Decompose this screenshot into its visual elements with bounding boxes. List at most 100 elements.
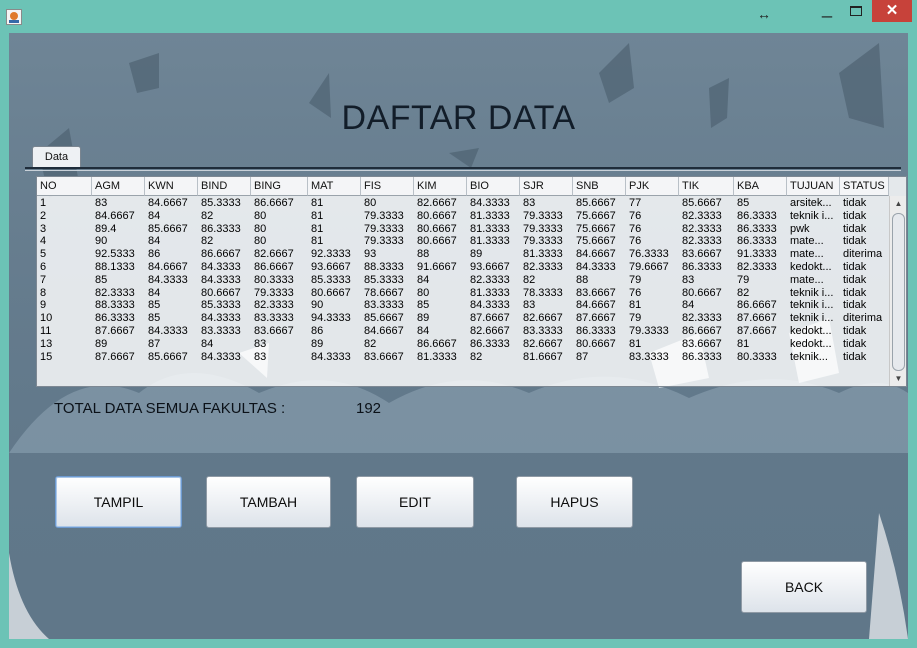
table-cell[interactable]: 85.3333 [198, 197, 251, 209]
table-cell[interactable]: 85.3333 [361, 274, 414, 286]
table-cell[interactable]: 84.6667 [573, 248, 626, 260]
table-cell[interactable]: tidak [840, 299, 889, 311]
table-cell[interactable]: 82.3333 [679, 312, 734, 324]
table-cell[interactable]: 80 [361, 197, 414, 209]
table-cell[interactable]: 86.3333 [467, 338, 520, 350]
column-header[interactable]: SJR [520, 177, 573, 196]
scroll-thumb[interactable] [892, 213, 905, 371]
table-cell[interactable]: 79.3333 [361, 210, 414, 222]
table-cell[interactable]: 82.3333 [92, 287, 145, 299]
table-cell[interactable]: 88.3333 [361, 261, 414, 273]
table-cell[interactable]: 83.3333 [198, 325, 251, 337]
table-cell[interactable]: 84.3333 [145, 274, 198, 286]
table-cell[interactable]: teknik i... [787, 312, 840, 324]
table-cell[interactable]: 86.6667 [198, 248, 251, 260]
table-cell[interactable]: diterima [840, 312, 889, 324]
table-cell[interactable]: 76 [626, 287, 679, 299]
table-cell[interactable]: kedokt... [787, 325, 840, 337]
table-cell[interactable]: 87.6667 [734, 325, 787, 337]
column-header[interactable]: FIS [361, 177, 414, 196]
back-button[interactable]: BACK [741, 561, 867, 613]
table-cell[interactable]: 4 [37, 235, 92, 247]
table-cell[interactable]: 83.3333 [626, 351, 679, 363]
table-cell[interactable]: 87 [573, 351, 626, 363]
table-cell[interactable]: 82.3333 [467, 274, 520, 286]
table-cell[interactable]: 86.3333 [734, 223, 787, 235]
table-cell[interactable]: 79.3333 [520, 210, 573, 222]
table-cell[interactable]: 80 [414, 287, 467, 299]
table-cell[interactable]: 79.3333 [520, 223, 573, 235]
table-cell[interactable]: 94.3333 [308, 312, 361, 324]
table-cell[interactable]: 88.1333 [92, 261, 145, 273]
table-cell[interactable]: 81.3333 [467, 235, 520, 247]
table-cell[interactable]: 76 [626, 235, 679, 247]
table-cell[interactable]: 85.6667 [145, 223, 198, 235]
table-cell[interactable]: 85 [145, 312, 198, 324]
column-header[interactable]: PJK [626, 177, 679, 196]
table-cell[interactable]: 84.6667 [145, 197, 198, 209]
table-cell[interactable]: 86 [308, 325, 361, 337]
table-cell[interactable]: 82.6667 [520, 312, 573, 324]
table-cell[interactable]: 83 [520, 197, 573, 209]
table-cell[interactable]: tidak [840, 235, 889, 247]
table-cell[interactable]: 84 [145, 235, 198, 247]
table-cell[interactable]: tidak [840, 287, 889, 299]
column-header[interactable]: BING [251, 177, 308, 196]
scroll-up-arrow-icon[interactable]: ▲ [890, 196, 906, 212]
table-cell[interactable]: 91.6667 [414, 261, 467, 273]
table-cell[interactable]: pwk [787, 223, 840, 235]
hapus-button[interactable]: HAPUS [516, 476, 633, 528]
table-cell[interactable]: 86.6667 [679, 325, 734, 337]
table-cell[interactable]: 86 [145, 248, 198, 260]
table-cell[interactable]: 84.6667 [145, 261, 198, 273]
table-cell[interactable]: 84 [414, 325, 467, 337]
table-cell[interactable]: 89.4 [92, 223, 145, 235]
table-cell[interactable]: 89 [308, 338, 361, 350]
table-cell[interactable]: 77 [626, 197, 679, 209]
minimize-button[interactable]: _ [812, 0, 842, 22]
column-header[interactable]: KBA [734, 177, 787, 196]
close-button[interactable]: ✕ [872, 0, 912, 22]
table-cell[interactable]: 8 [37, 287, 92, 299]
table-cell[interactable]: 80.6667 [414, 223, 467, 235]
table-cell[interactable]: 86.3333 [573, 325, 626, 337]
table-cell[interactable]: 87.6667 [467, 312, 520, 324]
table-cell[interactable]: 87 [145, 338, 198, 350]
table-cell[interactable]: 92.3333 [308, 248, 361, 260]
table-cell[interactable]: 79 [626, 312, 679, 324]
table-cell[interactable]: mate... [787, 235, 840, 247]
table-cell[interactable]: 83.6667 [573, 287, 626, 299]
table-cell[interactable]: 79.3333 [251, 287, 308, 299]
column-header[interactable]: TUJUAN [787, 177, 840, 196]
table-cell[interactable]: 82 [520, 274, 573, 286]
table-cell[interactable]: 92.5333 [92, 248, 145, 260]
table-cell[interactable]: 83 [679, 274, 734, 286]
table-cell[interactable]: 81 [308, 235, 361, 247]
table-cell[interactable]: 83.6667 [679, 338, 734, 350]
column-header[interactable]: KIM [414, 177, 467, 196]
maximize-button[interactable] [842, 0, 870, 22]
table-cell[interactable]: 87.6667 [573, 312, 626, 324]
table-cell[interactable]: 79.3333 [361, 235, 414, 247]
edit-button[interactable]: EDIT [356, 476, 474, 528]
table-cell[interactable]: 83 [520, 299, 573, 311]
table-cell[interactable]: 84 [145, 287, 198, 299]
table-cell[interactable]: tidak [840, 351, 889, 363]
table-cell[interactable]: kedokt... [787, 261, 840, 273]
table-cell[interactable]: teknik i... [787, 287, 840, 299]
table-cell[interactable]: 75.6667 [573, 210, 626, 222]
table-cell[interactable]: tidak [840, 223, 889, 235]
table-cell[interactable]: 80.6667 [308, 287, 361, 299]
table-cell[interactable]: 88.3333 [92, 299, 145, 311]
table-cell[interactable]: teknik... [787, 351, 840, 363]
table-cell[interactable]: 83 [251, 338, 308, 350]
table-cell[interactable]: 85.6667 [361, 312, 414, 324]
table-cell[interactable]: 85.3333 [308, 274, 361, 286]
table-cell[interactable]: 86.6667 [414, 338, 467, 350]
data-table[interactable]: ▲ ▼ NO AGM KWN BIND BING MAT FIS KIM BIO SJR SNB PJ… [36, 176, 907, 387]
table-cell[interactable]: 83.3333 [361, 299, 414, 311]
table-cell[interactable]: 85 [145, 299, 198, 311]
table-cell[interactable]: 82.6667 [251, 248, 308, 260]
table-cell[interactable]: 82 [734, 287, 787, 299]
table-cell[interactable]: 80.6667 [573, 338, 626, 350]
